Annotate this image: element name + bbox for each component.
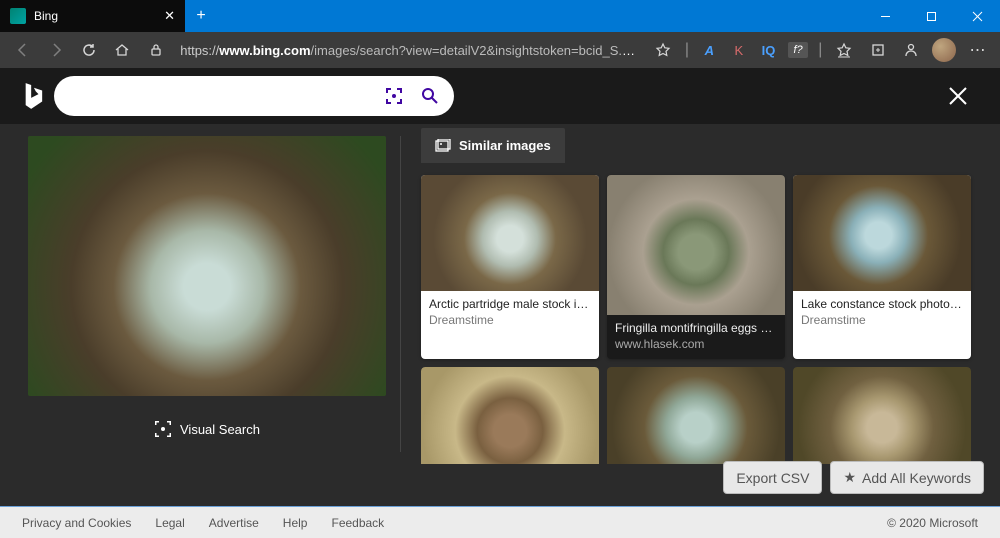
- result-title: Arctic partridge male stock imag…: [429, 297, 591, 311]
- result-card[interactable]: [421, 367, 599, 464]
- visual-search-label: Visual Search: [180, 422, 260, 437]
- export-csv-label: Export CSV: [736, 470, 809, 486]
- result-thumbnail: [793, 175, 971, 291]
- titlebar-spacer: [217, 0, 862, 32]
- images-icon: [435, 139, 451, 153]
- result-card[interactable]: [607, 367, 785, 464]
- window-close-button[interactable]: [954, 0, 1000, 32]
- result-card[interactable]: Arctic partridge male stock imag… Dreams…: [421, 175, 599, 359]
- extension-a-icon[interactable]: A: [696, 36, 722, 64]
- address-bar: https://www.bing.com/images/search?view=…: [0, 32, 1000, 68]
- right-pane: Similar images Arctic partridge male sto…: [401, 124, 1000, 464]
- footer-help-link[interactable]: Help: [283, 516, 308, 530]
- search-input[interactable]: [72, 88, 376, 105]
- main-result-image[interactable]: [28, 136, 386, 396]
- footer-feedback-link[interactable]: Feedback: [331, 516, 384, 530]
- add-all-keywords-button[interactable]: ★ Add All Keywords: [830, 461, 984, 494]
- similar-tab-label: Similar images: [459, 138, 551, 153]
- profile-avatar[interactable]: [930, 34, 959, 66]
- window-minimize-button[interactable]: [862, 0, 908, 32]
- favorites-icon[interactable]: [830, 34, 859, 66]
- similar-images-tab[interactable]: Similar images: [421, 128, 565, 163]
- result-source: Dreamstime: [801, 313, 963, 327]
- extension-k-icon[interactable]: K: [726, 36, 752, 64]
- visual-search-small-icon: [154, 420, 172, 438]
- extension-iq-icon[interactable]: IQ: [756, 36, 782, 64]
- tab-close-icon[interactable]: ✕: [164, 8, 175, 24]
- addrbar-divider-2: |: [815, 34, 826, 66]
- result-card[interactable]: Lake constance stock photo. Ima… Dreamst…: [793, 175, 971, 359]
- footer-advertise-link[interactable]: Advertise: [209, 516, 259, 530]
- similar-images-grid: Arctic partridge male stock imag… Dreams…: [421, 175, 984, 464]
- extension-fx-icon[interactable]: f?: [785, 36, 811, 64]
- forward-button[interactable]: [41, 34, 70, 66]
- result-thumbnail: [421, 367, 599, 464]
- footer-legal-link[interactable]: Legal: [155, 516, 184, 530]
- floating-actions: Export CSV ★ Add All Keywords: [723, 461, 984, 494]
- left-pane: Visual Search: [0, 124, 400, 464]
- window-titlebar: Bing ✕ +: [0, 0, 1000, 32]
- account-icon[interactable]: [896, 34, 925, 66]
- home-button[interactable]: [108, 34, 137, 66]
- result-thumbnail: [607, 175, 785, 315]
- visual-search-icon[interactable]: [376, 78, 412, 114]
- result-card[interactable]: Fringilla montifringilla eggs nest www.h…: [607, 175, 785, 359]
- search-submit-icon[interactable]: [412, 78, 448, 114]
- lock-icon[interactable]: [141, 34, 170, 66]
- addrbar-divider: |: [682, 34, 693, 66]
- refresh-button[interactable]: [75, 34, 104, 66]
- result-thumbnail: [421, 175, 599, 291]
- result-source: www.hlasek.com: [615, 337, 777, 351]
- browser-tab[interactable]: Bing ✕: [0, 0, 185, 32]
- tab-favicon: [10, 8, 26, 24]
- result-card[interactable]: [793, 367, 971, 464]
- footer: Privacy and Cookies Legal Advertise Help…: [0, 506, 1000, 538]
- collections-icon[interactable]: [863, 34, 892, 66]
- back-button[interactable]: [8, 34, 37, 66]
- new-tab-button[interactable]: +: [185, 0, 217, 32]
- result-thumbnail: [793, 367, 971, 464]
- result-title: Fringilla montifringilla eggs nest: [615, 321, 777, 335]
- result-thumbnail: [607, 367, 785, 464]
- window-maximize-button[interactable]: [908, 0, 954, 32]
- close-detail-icon[interactable]: [938, 76, 978, 116]
- add-keywords-label: Add All Keywords: [862, 470, 971, 486]
- export-csv-button[interactable]: Export CSV: [723, 461, 822, 494]
- url-field[interactable]: https://www.bing.com/images/search?view=…: [174, 43, 644, 58]
- tab-title: Bing: [34, 9, 58, 23]
- more-menu-icon[interactable]: ⋯: [963, 34, 992, 66]
- result-source: Dreamstime: [429, 313, 591, 327]
- favorite-star-icon[interactable]: [648, 34, 677, 66]
- result-title: Lake constance stock photo. Ima…: [801, 297, 963, 311]
- visual-search-button[interactable]: Visual Search: [154, 420, 260, 438]
- footer-copyright: © 2020 Microsoft: [887, 516, 978, 530]
- star-icon: ★: [843, 469, 856, 486]
- search-box[interactable]: [54, 76, 454, 116]
- content-area: Visual Search Similar images Arctic part…: [0, 124, 1000, 464]
- bing-logo-icon[interactable]: [22, 81, 44, 111]
- footer-privacy-link[interactable]: Privacy and Cookies: [22, 516, 131, 530]
- bing-header: [0, 68, 1000, 124]
- window-controls: [862, 0, 1000, 32]
- url-text: https://www.bing.com/images/search?view=…: [180, 43, 638, 58]
